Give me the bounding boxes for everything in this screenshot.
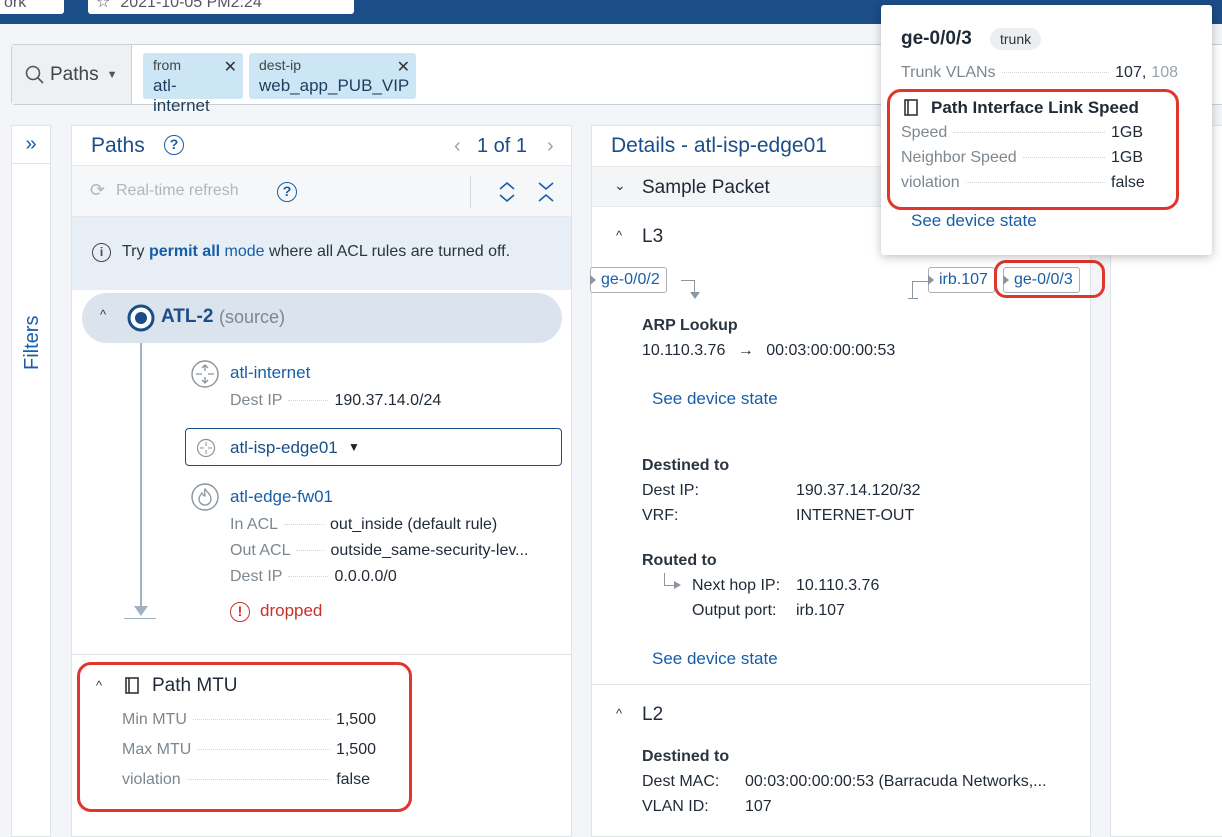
l2-destined-title: Destined to (642, 748, 730, 765)
filters-label[interactable]: Filters (21, 316, 44, 370)
dest-mac-value: 00:03:00:00:00:53 (Barracuda Networks,..… (745, 773, 1047, 790)
realtime-refresh-label[interactable]: Real-time refresh (116, 182, 239, 200)
source-tag: (source) (219, 307, 286, 327)
l2-title: L2 (642, 704, 664, 725)
arp-title: ARP Lookup (642, 317, 738, 334)
destined-title: Destined to (642, 457, 730, 474)
divider (72, 654, 571, 655)
next-hop-label: Next hop IP: (692, 577, 781, 594)
chevron-down-icon[interactable]: ⌄ (614, 177, 626, 194)
search-icon (25, 65, 44, 84)
help-icon[interactable]: ? (277, 182, 297, 202)
arrow-down-icon (134, 606, 148, 616)
l3-title: L3 (642, 226, 664, 247)
router-icon (191, 360, 219, 388)
divider (470, 176, 471, 208)
paths-dropdown-label: Paths (50, 63, 99, 85)
vlan-value: 107 (745, 798, 772, 815)
chevron-up-icon[interactable]: ^ (616, 228, 622, 243)
pager-prev-icon[interactable]: ‹ (454, 135, 461, 158)
hop1-dest-ip-row: Dest IP 190.37.14.0/24 (230, 392, 442, 409)
highlight-port-ge-0-0-3 (994, 260, 1105, 298)
vrf-value: INTERNET-OUT (796, 507, 915, 524)
arrow-right-icon (674, 581, 681, 589)
paths-toolbar: ⟳ Real-time refresh ? (72, 165, 571, 217)
output-port-label: Output port: (692, 602, 777, 619)
hop-atl-isp-edge01[interactable]: atl-isp-edge01 ▼ (185, 428, 562, 466)
tooltip-title: ge-0/0/3 (901, 28, 972, 49)
filter-chip-from[interactable]: from atl-internet ✕ (143, 53, 243, 115)
details-title: Details - atl-isp-edge01 (611, 134, 827, 157)
pager-next-icon[interactable]: › (547, 135, 554, 158)
hop-atl-internet[interactable]: atl-internet (230, 363, 310, 383)
firewall-icon (191, 483, 219, 511)
caret-down-icon[interactable]: ▼ (348, 440, 360, 454)
routed-title: Routed to (642, 552, 717, 569)
path-end (124, 618, 156, 619)
dest-ip-label: Dest IP: (642, 482, 699, 499)
see-device-state-link[interactable]: See device state (652, 649, 778, 669)
star-icon: ☆ (96, 0, 111, 11)
port-irb-107[interactable]: irb.107 (928, 267, 995, 293)
collapse-all-icon[interactable] (536, 180, 556, 204)
connector (664, 573, 665, 585)
arrow-right-icon: → (737, 342, 754, 359)
paths-title: Paths (91, 134, 145, 157)
filter-chip-dest-ip[interactable]: dest-ip web_app_PUB_VIP ✕ (249, 53, 416, 99)
connector (681, 280, 695, 281)
network-tab[interactable]: ork (0, 0, 64, 14)
connector (912, 281, 913, 299)
double-chevron-right-icon[interactable]: » (12, 126, 50, 164)
trunk-badge: trunk (990, 28, 1042, 50)
vrf-label: VRF: (642, 507, 679, 524)
vlan-label: VLAN ID: (642, 798, 709, 815)
source-name: ATL-2 (161, 306, 214, 327)
filters-sidebar: » Filters (11, 125, 51, 837)
arp-row: 10.110.3.76 → 00:03:00:00:00:53 (642, 342, 896, 359)
connector (908, 298, 918, 299)
paths-dropdown[interactable]: Paths ▼ (12, 45, 132, 104)
hop3-status: dropped (260, 601, 323, 620)
dest-ip-value: 190.37.14.120/32 (796, 482, 921, 499)
see-device-state-link[interactable]: See device state (652, 389, 778, 409)
connector (664, 585, 674, 586)
info-text: Try permit all mode where all ACL rules … (122, 243, 511, 260)
permit-all-link[interactable]: permit all (149, 243, 220, 260)
highlight-link-speed (887, 89, 1179, 210)
close-icon[interactable]: ✕ (224, 57, 237, 77)
divider (592, 684, 1090, 685)
error-icon: ! (230, 602, 250, 622)
expand-all-icon[interactable] (497, 180, 517, 204)
chevron-up-icon[interactable]: ^ (100, 307, 106, 322)
path-line (140, 343, 142, 613)
hop3-dest-ip-row: Dest IP 0.0.0.0/0 (230, 568, 397, 585)
snapshot-selector[interactable]: ☆ 2021-10-05 PM2:24 (88, 0, 354, 14)
hop3-out-acl-row: Out ACL outside_same-security-lev... (230, 542, 529, 559)
help-icon[interactable]: ? (164, 135, 184, 155)
see-device-state-link[interactable]: See device state (911, 211, 1037, 231)
trunk-vlans-row: Trunk VLANs 107, 108 (901, 64, 1178, 81)
source-node-icon (127, 304, 155, 332)
router-icon (196, 438, 216, 458)
pager-count: 1 of 1 (477, 135, 528, 157)
chevron-up-icon[interactable]: ^ (616, 706, 622, 721)
caret-down-icon: ▼ (106, 68, 118, 81)
close-icon[interactable]: ✕ (397, 57, 410, 77)
info-icon: i (92, 243, 111, 262)
hop3-in-acl-row: In ACL out_inside (default rule) (230, 516, 498, 533)
arrow-down-icon (690, 292, 700, 299)
port-ge-0-0-2[interactable]: ge-0/0/2 (590, 267, 667, 293)
info-banner: i Try permit all mode where all ACL rule… (72, 217, 571, 290)
dest-mac-label: Dest MAC: (642, 773, 720, 790)
source-row[interactable]: ^ ATL-2 (source) (82, 293, 562, 343)
highlight-path-mtu (77, 662, 412, 812)
hop-atl-edge-fw01[interactable]: atl-edge-fw01 (230, 487, 333, 507)
next-hop-value: 10.110.3.76 (796, 577, 880, 594)
output-port-value: irb.107 (796, 602, 845, 619)
refresh-icon[interactable]: ⟳ (90, 180, 105, 201)
